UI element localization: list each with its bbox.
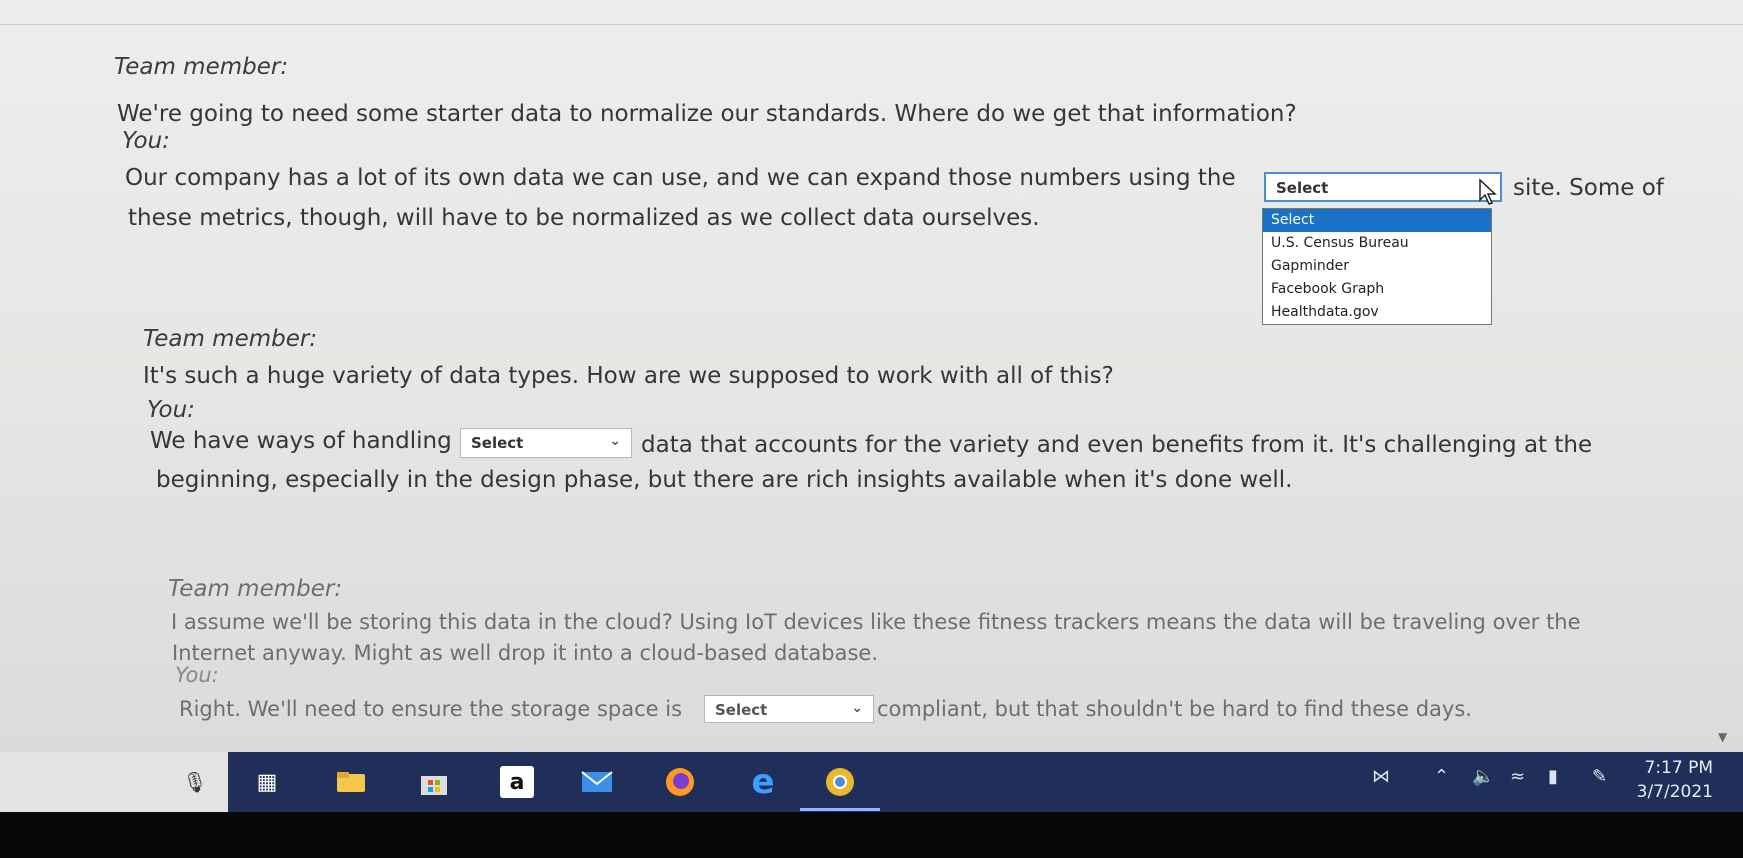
team-member-message: We're going to need some starter data to… <box>117 101 1297 127</box>
dropdown-option-healthdata[interactable]: Healthdata.gov <box>1263 301 1491 324</box>
you-message-after: data that accounts for the variety and e… <box>641 432 1593 458</box>
storage-compliance-select[interactable]: Select ⌄ <box>704 695 874 723</box>
file-explorer-icon[interactable] <box>334 766 368 798</box>
dropdown-option-gapminder[interactable]: Gapminder <box>1263 255 1491 278</box>
team-member-message: I assume we'll be storing this data in t… <box>171 610 1581 634</box>
chevron-down-icon: ⌄ <box>851 700 863 716</box>
clock-time: 7:17 PM <box>1644 758 1714 778</box>
you-message-before: Our company has a lot of its own data we… <box>125 165 1236 191</box>
team-member-message-line2: Internet anyway. Might as well drop it i… <box>172 641 879 665</box>
mail-icon[interactable] <box>580 766 614 798</box>
you-label: You: <box>122 128 170 154</box>
pen-icon[interactable]: ✎ <box>1592 766 1607 787</box>
taskbar-search-area[interactable]: 🎙 <box>0 752 228 812</box>
select-value: Select <box>715 701 768 719</box>
microphone-icon[interactable]: 🎙 <box>178 766 212 798</box>
dropdown-option-select[interactable]: Select <box>1263 209 1491 232</box>
select-value: Select <box>1276 179 1329 197</box>
chrome-icon[interactable] <box>823 766 857 798</box>
active-app-indicator <box>800 808 880 811</box>
you-message-before: Right. We'll need to ensure the storage … <box>179 697 683 721</box>
task-view-icon[interactable]: ▦ <box>250 766 284 798</box>
scroll-down-arrow-icon[interactable]: ▼ <box>1718 730 1727 744</box>
you-message-line2: beginning, especially in the design phas… <box>156 467 1293 493</box>
page-background: Team member: We're going to need some st… <box>0 0 1743 752</box>
top-divider <box>0 24 1743 25</box>
clock-date: 3/7/2021 <box>1636 782 1713 802</box>
chevron-up-icon[interactable]: ⌃ <box>1434 766 1449 787</box>
data-source-select[interactable]: Select <box>1264 172 1502 202</box>
you-message-before: We have ways of handling <box>150 428 452 454</box>
screen-bezel <box>0 812 1743 858</box>
you-label: You: <box>147 397 195 423</box>
select-value: Select <box>471 434 524 452</box>
dropdown-option-census[interactable]: U.S. Census Bureau <box>1263 232 1491 255</box>
you-label: You: <box>175 663 219 687</box>
volume-icon[interactable]: 🔈 <box>1472 766 1494 787</box>
data-type-select[interactable]: Select ⌄ <box>460 428 632 458</box>
battery-icon[interactable]: ▮ <box>1548 766 1558 787</box>
team-member-message: It's such a huge variety of data types. … <box>143 363 1114 389</box>
dropdown-option-facebook-graph[interactable]: Facebook Graph <box>1263 278 1491 301</box>
people-icon[interactable]: ⋈ <box>1372 766 1390 787</box>
team-member-label: Team member: <box>168 576 343 602</box>
taskbar-clock[interactable]: 7:17 PM 3/7/2021 <box>1637 756 1713 804</box>
you-message-after: compliant, but that shouldn't be hard to… <box>877 697 1472 721</box>
data-source-dropdown-list: Select U.S. Census Bureau Gapminder Face… <box>1262 208 1492 325</box>
edge-icon[interactable]: e <box>746 762 780 802</box>
windows-taskbar: 🎙 ▦ a e ⋈ ⌃ 🔈 ≈ ▮ ✎ 7:17 PM 3/7/2021 <box>0 752 1743 812</box>
store-icon[interactable] <box>417 766 451 798</box>
you-message-line2: these metrics, though, will have to be n… <box>128 205 1040 231</box>
firefox-icon[interactable] <box>663 766 697 798</box>
you-message-after: site. Some of <box>1513 175 1664 201</box>
chevron-down-icon: ⌄ <box>609 433 621 449</box>
team-member-label: Team member: <box>114 54 289 80</box>
amazon-icon[interactable]: a <box>500 766 534 798</box>
team-member-label: Team member: <box>143 326 318 352</box>
mouse-pointer-icon <box>1479 178 1497 205</box>
wifi-icon[interactable]: ≈ <box>1510 766 1525 787</box>
